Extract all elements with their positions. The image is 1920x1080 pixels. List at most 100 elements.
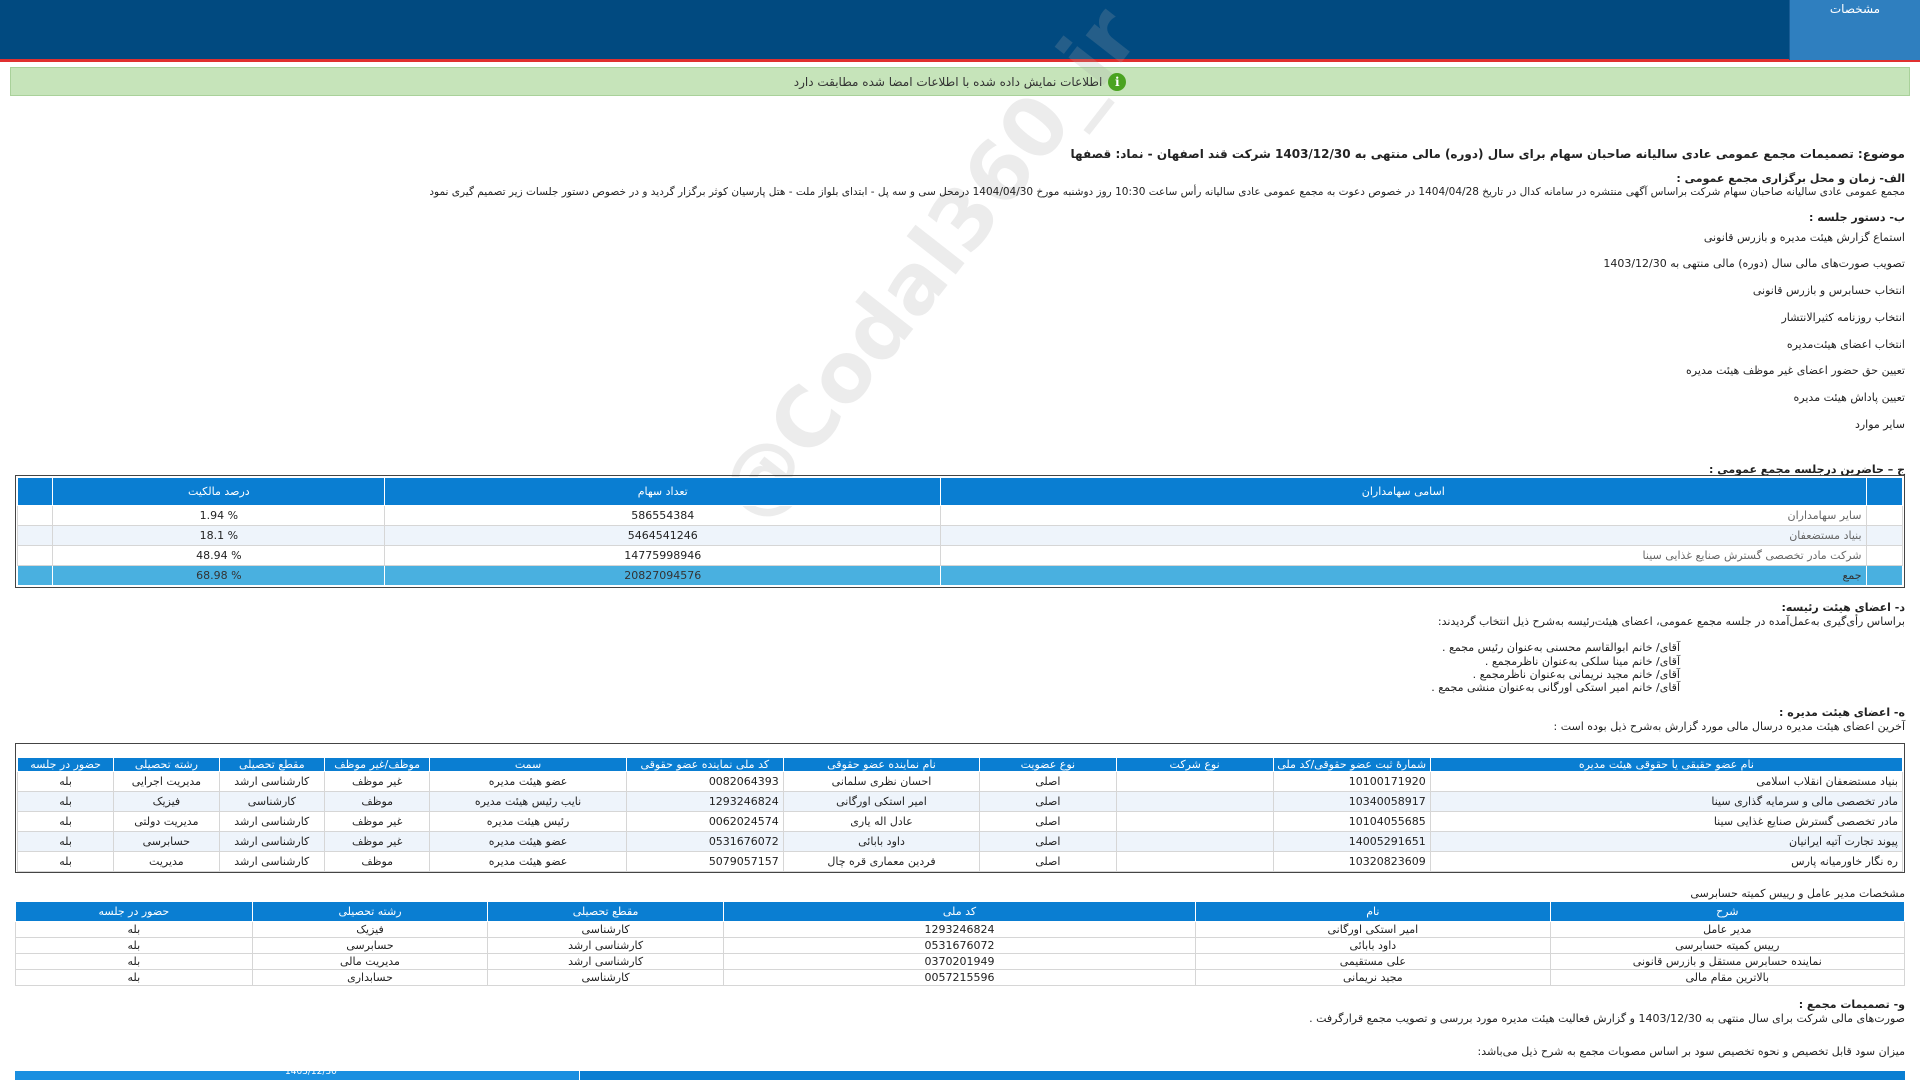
info-icon: i [1108,72,1127,91]
cell: بله [16,771,115,792]
col-header: رشته تحصیلی [113,757,220,772]
section-e-intro: آخرین اعضای هیئت مدیره درسال مالی مورد گ… [1553,720,1905,733]
cell: بنیاد مستضعفان انقلاب اسلامی [1429,771,1904,792]
cell: % 1.94 [52,505,386,526]
col-header: درصد مالکیت [52,477,386,506]
col-header: نام نماینده عضو حقوقی [782,757,981,772]
cell: بله [15,937,253,954]
cell: رییس کمیته حسابرسی [1549,937,1906,954]
dividend-table-header: 1403/12/30 [15,1067,1905,1080]
col-header: حضور در جلسه [16,757,115,772]
table-row: شرکت مادر تخصصی گسترش صنایع غذایی سینا 1… [16,545,1904,566]
cell: نماینده حسابرس مستقل و بازرس قانونی [1549,953,1906,970]
section-b-title: ب- دستور جلسه : [1809,211,1905,224]
col-header: رشته تحصیلی [251,901,489,922]
tab-details[interactable]: مشخصات [1789,0,1920,60]
cell: شرکت مادر تخصصی گسترش صنایع غذایی سینا [940,545,1867,566]
agenda-item: انتخاب اعضای هیئت‌مدیره [1786,338,1905,351]
col-header: سمت [429,757,627,772]
cell: امیر استکی اورگانی [782,791,981,812]
cell: 0062024574 [625,811,784,832]
cell: 0370201949 [722,953,1197,970]
cell [1115,811,1274,832]
page-title: موضوع: تصمیمات مجمع عمومی عادی سالیانه ص… [1070,147,1905,161]
cell [1115,851,1274,872]
table-row: مدیر عامل امیر استکی اورگانی 1293246824 … [15,921,1906,938]
cell: 1293246824 [625,791,784,812]
cell: 5079057157 [625,851,784,872]
cell: اصلی [979,771,1117,792]
cell: کارشناسی ارشد [487,937,724,954]
cell: فیزیک [251,921,489,938]
cell: غیر موظف [323,811,431,832]
notice-text: اطلاعات نمایش داده شده با اطلاعات امضا ش… [793,74,1103,89]
cell: 10320823609 [1272,851,1431,872]
agenda-item: استماع گزارش هیئت مدیره و بازرس قانونی [1703,231,1905,244]
cell: عادل اله یاری [782,811,981,832]
col-header: نوع عضویت [979,757,1117,772]
cell: 0082064393 [625,771,784,792]
cell: 10100171920 [1272,771,1431,792]
cell: بله [15,921,253,938]
cell: مدیر عامل [1549,921,1906,938]
col-header: تعداد سهام [384,477,942,506]
cell: کارشناسی [487,921,724,938]
cell: حسابداری [251,969,489,986]
table-row: بالاترین مقام مالی مجید نریمانی 00572155… [15,969,1906,986]
section-a-text: مجمع عمومی عادی سالیانه صاحبان سهام شرکت… [429,186,1905,198]
cell: داود بابائی [782,831,981,852]
col-header: مقطع تحصیلی [487,901,724,922]
table-row: مادر تخصصی گسترش صنایع غذایی سینا 101040… [16,811,1904,832]
cell: کارشناسی ارشد [218,831,325,852]
cell: فیزیک [113,791,220,812]
col-header: نوع شرکت [1115,757,1274,772]
cell: 10104055685 [1272,811,1431,832]
cell: سایر سهامداران [940,505,1867,526]
cell: بله [15,953,253,970]
col-header: شرح [1549,901,1906,922]
cell: بله [16,811,115,832]
cell: کارشناسی [487,969,724,986]
cell: عضو هیئت مدیره [429,771,627,792]
cell: احسان نظری سلمانی [782,771,981,792]
presidium-item: آقای/ خانم مجید نریمانی به‌عنوان ناظرمجم… [1472,668,1680,681]
cell: مدیریت مالی [251,953,489,970]
cell: مادر تخصصی گسترش صنایع غذایی سینا [1429,811,1904,832]
verification-notice: i اطلاعات نمایش داده شده با اطلاعات امضا… [10,67,1910,96]
agenda-item: سایر موارد [1854,418,1905,431]
cell: 5464541246 [384,525,942,546]
cell: مدیریت دولتی [113,811,220,832]
cell: 586554384 [384,505,942,526]
cell: رئیس هیئت مدیره [429,811,627,832]
cell: کارشناسی [218,791,325,812]
col-header: مقطع تحصیلی [218,757,325,772]
dividend-table-header-cell: 1403/12/30 [15,1067,580,1080]
board-table: نام عضو حقیقی یا حقوقی هیئت مدیره شمارهٔ… [16,757,1904,872]
total-row: جمع 20827094576 % 68.98 [16,565,1904,586]
cell: علی مستقیمی [1195,953,1551,970]
col-header: موظف/غیر موظف [323,757,431,772]
section-f-text: صورت‌های مالی شرکت برای سال منتهی به 140… [1309,1012,1905,1025]
presidium-item: آقای/ خانم امیر استکی اورگانی به‌عنوان م… [1431,681,1680,694]
cell: فردین معماری قره چال [782,851,981,872]
dividend-header-label: 1403/12/30 [285,1067,337,1077]
section-d-title: د- اعضای هیئت رئیسه: [1781,601,1905,614]
cell: پیوند تجارت آتیه ایرانیان [1429,831,1904,852]
cell: مجید نریمانی [1195,969,1551,986]
shareholders-table: اسامی سهامداران تعداد سهام درصد مالکیت س… [16,477,1904,586]
col-header: کد ملی [722,901,1197,922]
section-a-title: الف- زمان و محل برگزاری مجمع عمومی : [1676,172,1905,185]
cell: کارشناسی ارشد [487,953,724,970]
cell: 0531676072 [625,831,784,852]
agenda-item: تعیین پاداش هیئت مدیره [1793,391,1905,404]
cell: امیر استکی اورگانی [1195,921,1551,938]
cell: ره نگار خاورمیانه پارس [1429,851,1904,872]
cell: بله [15,969,253,986]
cell: بله [16,851,115,872]
agenda-item: انتخاب حسابرس و بازرس قانونی [1752,284,1905,297]
table-row: پیوند تجارت آتیه ایرانیان 14005291651 اص… [16,831,1904,852]
col-header: نام عضو حقیقی یا حقوقی هیئت مدیره [1429,757,1904,772]
cell: کارشناسی ارشد [218,851,325,872]
cell: % 18.1 [52,525,386,546]
cell [1115,831,1274,852]
